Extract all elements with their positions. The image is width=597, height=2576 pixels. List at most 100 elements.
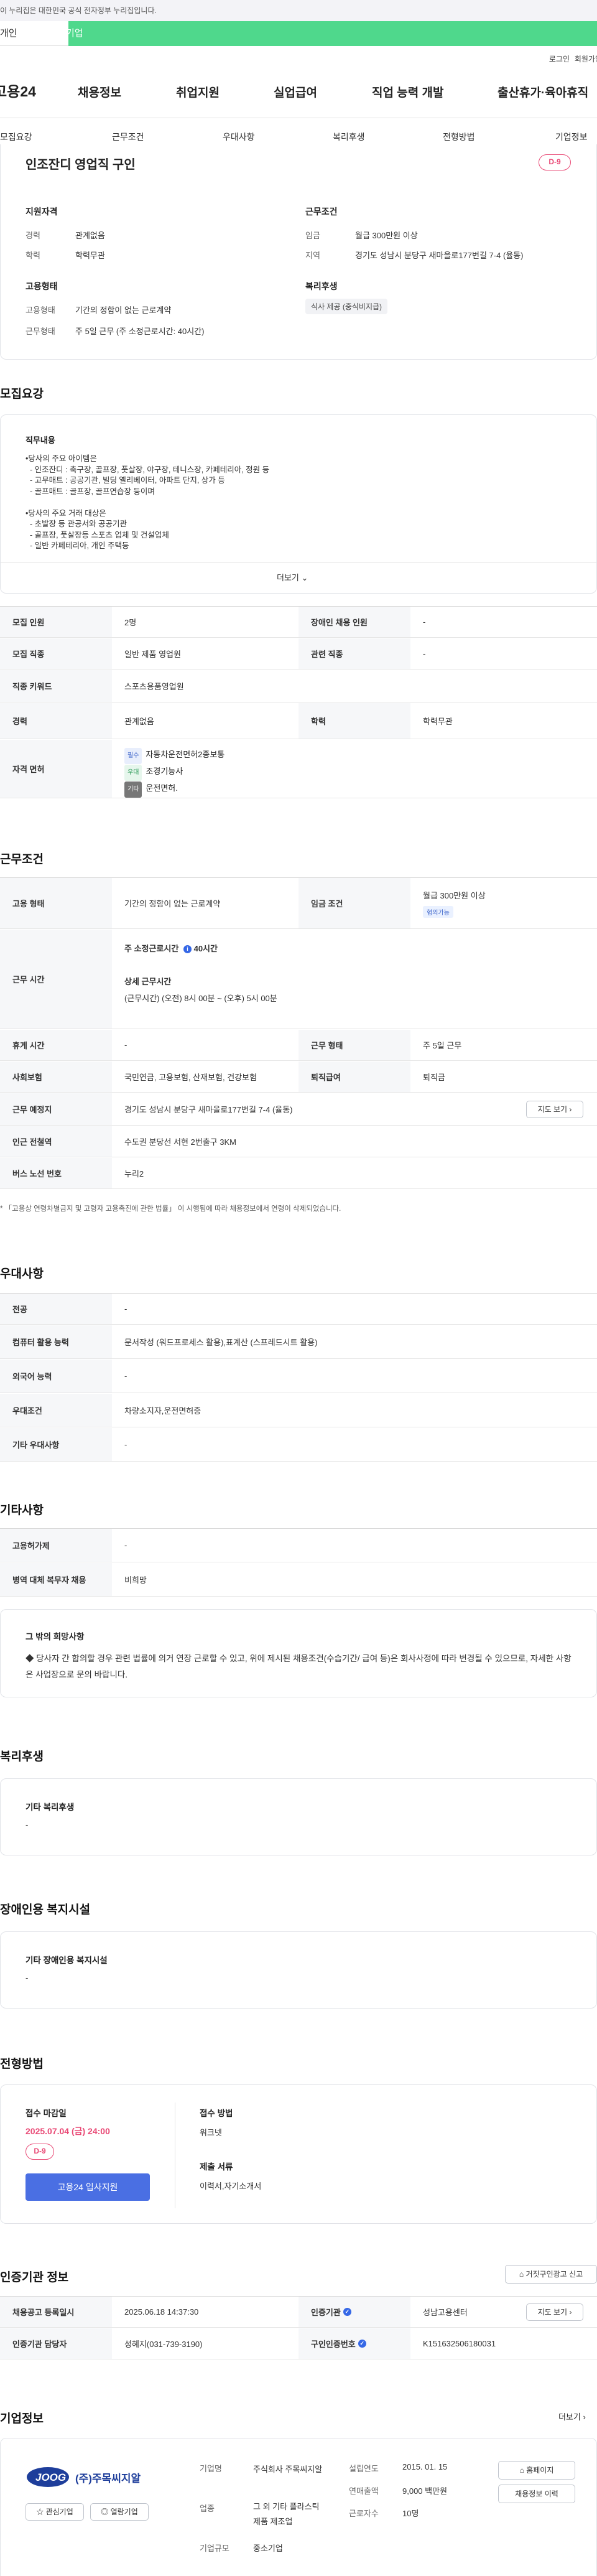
view-company-button[interactable]: ◎ 열람기업: [90, 2503, 149, 2521]
row-header: 근무 형태: [298, 1030, 410, 1060]
table-row: 채용공고 등록일시 2025.06.18 14:37:30 인증기관 ✓ 성남고용…: [0, 2297, 597, 2328]
eye-icon: ◎: [101, 2508, 109, 2516]
row-header: 사회보험: [0, 1062, 112, 1092]
license-list: 필수 자동차운전면허2종보통 우대 조경기능사 기타 운전면허.: [124, 747, 224, 798]
info-icon[interactable]: ✓: [358, 2340, 366, 2348]
site-logo[interactable]: 고용24: [0, 80, 36, 101]
row-value: 스포츠용품영업원: [124, 682, 184, 691]
more-button[interactable]: 더보기 ⌄: [277, 571, 308, 583]
snav-company[interactable]: 기업정보: [555, 131, 588, 143]
table-row: 고용 형태 기간의 정함이 없는 근로계약 임금 조건 월급 300만원 이상 …: [0, 878, 597, 929]
edu-label: 학력: [25, 251, 40, 260]
login-link[interactable]: 로그인: [549, 54, 570, 64]
gnb-menu-benefit[interactable]: 실업급여: [274, 83, 317, 100]
report-button[interactable]: ⌂ 거짓구인광고 신고: [505, 2265, 597, 2284]
map-button[interactable]: 지도 보기 ›: [526, 1101, 583, 1118]
agency-map-button[interactable]: 지도 보기 ›: [526, 2303, 583, 2321]
gnb-menu-jobs[interactable]: 채용정보: [78, 83, 121, 100]
table-row: 병역 대체 복무자 채용 비희망: [0, 1563, 597, 1597]
list-item: 필수 자동차운전면허2종보통: [124, 747, 224, 764]
apply-button[interactable]: 고용24 입사지원: [25, 2173, 150, 2201]
disabled-val: -: [25, 1973, 29, 1982]
row-value: -: [124, 1040, 127, 1050]
snav-preference[interactable]: 우대사항: [223, 131, 255, 143]
pref-title: 우대사항: [0, 1267, 44, 1281]
tab-individual[interactable]: 개인: [0, 21, 68, 46]
global-nav: 고용24 채용정보 취업지원 실업급여 직업 능력 개발 출산휴가·육아휴직: [0, 68, 597, 118]
row-value: 성남고용센터: [423, 2308, 468, 2317]
company-more-link[interactable]: 더보기 ›: [558, 2410, 586, 2422]
recruit-history-button[interactable]: 채용정보 이력: [498, 2485, 575, 2503]
row-header: 경력: [0, 703, 112, 739]
table-row: 경력 관계없음 학력 학력무관: [0, 703, 597, 739]
detail-value: (근무시간) (오전) 8시 00분 ~ (오후) 5시 00분: [124, 994, 277, 1003]
detail-label: 상세 근무시간: [124, 977, 172, 986]
table-row: 사회보험 국민연금, 고용보험, 산재보험, 건강보험 퇴직급여 퇴직금: [0, 1062, 597, 1093]
info-icon[interactable]: i: [183, 945, 192, 954]
etc-box: 그 밖의 희망사항 ◆ 당사자 간 합의할 경우 관련 법률에 의거 연장 근로…: [0, 1609, 597, 1697]
list-item: 우대 조경기능사: [124, 764, 224, 781]
table-row: 직종 키워드 스포츠용품영업원: [0, 670, 597, 702]
work-label: 근무형태: [25, 327, 55, 336]
job-desc-line: - 인조잔디 : 축구장, 골프장, 풋살장, 야구장, 테니스장, 카페테리아…: [25, 465, 270, 474]
chevron-down-icon: ⌄: [301, 573, 308, 582]
job-desc-line: [25, 497, 269, 508]
row-header: 모집 직종: [0, 638, 112, 669]
license-tag: 기타: [124, 782, 142, 798]
report-button-label: 거짓구인광고 신고: [525, 2270, 583, 2279]
row-header: 고용 형태: [0, 878, 112, 928]
table-row: 고용허가제 -: [0, 1529, 597, 1562]
row-value: 관계없음: [124, 717, 154, 726]
row-value: 일반 제품 영업원: [124, 650, 181, 659]
row-header: 학력: [298, 703, 410, 739]
welfare-title: 복리후생: [305, 281, 338, 291]
row-header: 외국어 능력: [0, 1360, 112, 1393]
company-card: JOOG (주)주목씨지알 ☆ 관심기업 ◎ 열람기업 기업명 주식회사 주목씨…: [0, 2438, 597, 2576]
row-header: 채용공고 등록일시: [0, 2297, 112, 2327]
snav-welfare[interactable]: 복리후생: [333, 131, 365, 143]
row-value: 문서작성 (워드프로세스 활용),표계산 (스프레드시트 활용): [124, 1338, 318, 1347]
welfare-sub: 기타 복리후생: [25, 1803, 75, 1812]
row-value: -: [124, 1304, 127, 1314]
row-header: 고용허가제: [0, 1529, 112, 1562]
industry-label: 업종: [200, 2504, 215, 2513]
job-desc-title: 직무내용: [25, 436, 55, 445]
gnb-menu-employment[interactable]: 취업지원: [176, 83, 220, 100]
join-link[interactable]: 회원가입: [575, 54, 597, 64]
gnb-menu-leave[interactable]: 출산휴가·육아휴직: [497, 83, 588, 100]
info-icon[interactable]: ✓: [343, 2308, 351, 2316]
job-desc-line: •당사의 주요 아이템은: [25, 454, 97, 463]
license-name: 운전면허.: [146, 783, 178, 793]
row-value: -: [124, 1440, 127, 1449]
welfare-val: -: [25, 1820, 29, 1829]
row-value: -: [423, 617, 426, 627]
tab-business[interactable]: 기업: [66, 21, 597, 46]
row-value: 주 5일 근무: [423, 1041, 462, 1050]
dday-badge: D-9: [539, 154, 571, 170]
conditions-title: 근무조건: [0, 853, 44, 866]
svg-text:JOOG: JOOG: [35, 2471, 66, 2483]
docs-value: 이력서,자기소개서: [200, 2182, 262, 2191]
row-value: 국민연금, 고용보험, 산재보험, 건강보험: [124, 1073, 257, 1082]
fav-company-button[interactable]: ☆ 관심기업: [25, 2503, 84, 2521]
homepage-label: 홈페이지: [526, 2466, 554, 2475]
table-row: 컴퓨터 활용 능력 문서작성 (워드프로세스 활용),표계산 (스프레드시트 활…: [0, 1325, 597, 1359]
wage-info: 월급 300만원 이상 협의가능: [423, 889, 486, 918]
work-time-info: 주 소정근로시간 i 40시간 상세 근무시간 (근무시간) (오전) 8시 0…: [124, 942, 277, 1004]
company-title: 기업정보: [0, 2412, 44, 2425]
homepage-button[interactable]: ⌂ 홈페이지: [498, 2461, 575, 2480]
company-logo: JOOG (주)주목씨지알: [25, 2463, 150, 2491]
welfare-card: 기타 복리후생 -: [0, 1778, 597, 1855]
snav-conditions[interactable]: 근무조건: [112, 131, 144, 143]
row-header: 인근 전철역: [0, 1126, 112, 1157]
row-header: 자격 면허: [0, 740, 112, 798]
job-desc-line: - 골프매트 : 골프장, 골프연습장 등이며: [25, 487, 155, 496]
snav-selection[interactable]: 전형방법: [443, 131, 475, 143]
row-header: 퇴직급여: [298, 1062, 410, 1092]
welfare-section-title: 복리후생: [0, 1750, 44, 1763]
snav-recruit[interactable]: 모집요강: [0, 131, 32, 143]
job-desc-line: - 일반 카페테리아, 개인 주택등: [25, 541, 129, 550]
region-label: 지역: [305, 251, 320, 260]
work-value: 주 5일 근무 (주 소정근로시간: 40시간): [75, 327, 205, 336]
gnb-menu-training[interactable]: 직업 능력 개발: [372, 83, 443, 100]
